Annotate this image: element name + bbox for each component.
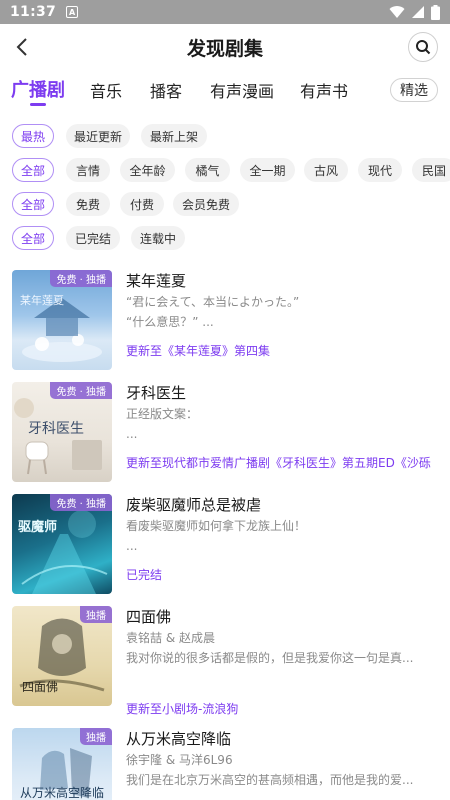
tab-radio-drama[interactable]: 广播剧 [11, 76, 65, 102]
item-description: ... [126, 539, 138, 553]
list-item[interactable]: 牙科医生 免费 · 独播 牙科医生 正经版文案： ... 更新至现代都市爱情广播… [0, 382, 450, 494]
filter-chip-all-status[interactable]: 全部 [12, 226, 54, 250]
cover-title: 某年莲夏 [20, 294, 64, 307]
cover-title: 四面佛 [22, 680, 59, 694]
cover-title: 从万米高空降临 [20, 786, 105, 800]
filter-chip-paid[interactable]: 付费 [120, 192, 164, 216]
cover-title: 牙科医生 [28, 421, 84, 437]
status-filter-row: 全部 已完结 连载中 [0, 226, 450, 252]
exclusive-badge: 免费 · 独播 [50, 494, 112, 511]
item-title: 废柴驱魔师总是被虐 [126, 496, 262, 514]
filter-chip-recent-update[interactable]: 最近更新 [66, 124, 130, 148]
filter-chip-all-ages[interactable]: 全年龄 [120, 158, 175, 182]
filter-chip-modern[interactable]: 现代 [358, 158, 402, 182]
tab-active-indicator [30, 103, 46, 106]
item-description: “君に会えて、本当によかった。” [126, 295, 300, 309]
exclusive-badge: 独播 [80, 606, 112, 623]
list-item[interactable]: 从万米高空降临 独播 从万米高空降临 徐宇隆 & 马洋6L96 我们是在北京万米… [0, 728, 450, 800]
tab-music[interactable]: 音乐 [90, 78, 122, 102]
filter-chip-republic[interactable]: 民国 [412, 158, 450, 182]
item-description: “什么意思？” ... [126, 315, 214, 329]
featured-filter-button[interactable]: 精选 [390, 78, 438, 102]
notification-icon: A [66, 6, 79, 18]
sort-filter-row: 最热 最近更新 最新上架 [0, 124, 450, 150]
filter-chip-newest[interactable]: 最新上架 [141, 124, 207, 148]
search-button[interactable] [408, 32, 438, 62]
item-title: 牙科医生 [126, 384, 187, 402]
cover-image: 某年莲夏 免费 · 独播 [12, 270, 112, 370]
item-title: 某年莲夏 [126, 272, 187, 290]
pay-filter-row: 全部 免费 付费 会员免费 [0, 192, 450, 218]
wifi-icon [389, 6, 405, 19]
item-description: 徐宇隆 & 马洋6L96 [126, 753, 233, 767]
item-update-status: 更新至现代都市爱情广播剧《牙科医生》第五期ED《沙砾 [126, 456, 431, 470]
tab-audiobook[interactable]: 有声书 [300, 78, 348, 102]
tab-audio-comic[interactable]: 有声漫画 [210, 78, 274, 102]
filter-chip-free[interactable]: 免费 [66, 192, 110, 216]
item-description: 袁铭喆 & 赵成晨 [126, 631, 215, 645]
cover-image: 四面佛 独播 [12, 606, 112, 706]
status-bar: 11:37 A [0, 0, 450, 24]
filter-chip-hottest[interactable]: 最热 [12, 124, 54, 148]
item-title: 从万米高空降临 [126, 730, 232, 748]
signal-icon [412, 6, 424, 18]
cover-title: 驱魔师 [18, 520, 58, 535]
list-item[interactable]: 驱魔师 免费 · 独播 废柴驱魔师总是被虐 看废柴驱魔师如何拿下龙族上仙！ ..… [0, 494, 450, 606]
filter-chip-ancient[interactable]: 古风 [304, 158, 348, 182]
item-update-status: 已完结 [126, 568, 163, 582]
item-title: 四面佛 [126, 608, 172, 626]
filter-chip-orange[interactable]: 橘气 [185, 158, 230, 182]
status-time: 11:37 [10, 4, 57, 20]
filter-chip-single-episode[interactable]: 全一期 [240, 158, 295, 182]
list-item[interactable]: 四面佛 独播 四面佛 袁铭喆 & 赵成晨 我对你说的很多话都是假的，但是我爱你这… [0, 606, 450, 718]
item-description: 我对你说的很多话都是假的，但是我爱你这一句是真... [126, 651, 414, 665]
filter-chip-member-free[interactable]: 会员免费 [173, 192, 239, 216]
list-item[interactable]: 某年莲夏 免费 · 独播 某年莲夏 “君に会えて、本当によかった。” “什么意思… [0, 270, 450, 382]
item-description: 看废柴驱魔师如何拿下龙族上仙！ [126, 519, 307, 533]
filter-chip-all-genre[interactable]: 全部 [12, 158, 54, 182]
cover-image: 驱魔师 免费 · 独播 [12, 494, 112, 594]
item-update-status: 更新至小剧场-流浪狗 [126, 702, 239, 716]
filter-chip-completed[interactable]: 已完结 [66, 226, 120, 250]
search-icon [416, 40, 431, 55]
filter-chip-ongoing[interactable]: 连载中 [131, 226, 185, 250]
app-header: 发现剧集 [0, 24, 450, 70]
filter-chip-romance[interactable]: 言情 [66, 158, 110, 182]
exclusive-badge: 免费 · 独播 [50, 270, 112, 287]
exclusive-badge: 免费 · 独播 [50, 382, 112, 399]
genre-filter-row: 全部 言情 全年龄 橘气 全一期 古风 现代 民国 [0, 158, 450, 184]
item-description: 正经版文案： [126, 407, 199, 421]
battery-icon [431, 4, 440, 20]
item-description: ... [126, 427, 138, 441]
filter-chip-all-pay[interactable]: 全部 [12, 192, 54, 216]
page-title: 发现剧集 [186, 38, 263, 60]
item-description: 我们是在北京万米高空的甚高频相遇，而他是我的爱... [126, 773, 414, 787]
exclusive-badge: 独播 [80, 728, 112, 745]
item-update-status: 更新至《某年莲夏》第四集 [126, 344, 271, 358]
cover-image: 从万米高空降临 独播 [12, 728, 112, 800]
category-tabs: 广播剧 音乐 播客 有声漫画 有声书 精选 [0, 70, 450, 112]
cover-image: 牙科医生 免费 · 独播 [12, 382, 112, 482]
tab-podcast[interactable]: 播客 [150, 78, 182, 102]
